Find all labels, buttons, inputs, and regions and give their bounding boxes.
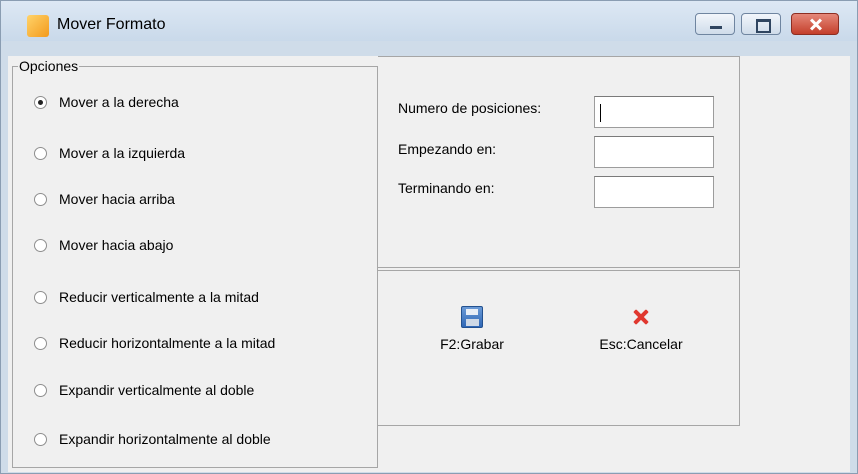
- radio-button[interactable]: [34, 432, 47, 446]
- terminando-input[interactable]: [594, 176, 714, 208]
- radio-expandir-horizontal[interactable]: Expandir horizontalmente al doble: [34, 429, 271, 449]
- radio-label: Expandir verticalmente al doble: [59, 382, 255, 398]
- radio-label: Reducir horizontalmente a la mitad: [59, 335, 276, 351]
- title-bar[interactable]: Mover Formato: [1, 1, 857, 41]
- radio-reducir-horizontal[interactable]: Reducir horizontalmente a la mitad: [34, 333, 275, 353]
- app-icon: [27, 15, 49, 37]
- radio-button[interactable]: [34, 290, 47, 304]
- maximize-button[interactable]: [741, 13, 781, 35]
- radio-button[interactable]: [34, 383, 47, 397]
- text-caret: [600, 104, 601, 122]
- radio-reducir-vertical[interactable]: Reducir verticalmente a la mitad: [34, 287, 259, 307]
- radio-mover-izquierda[interactable]: Mover a la izquierda: [34, 143, 185, 163]
- radio-label: Mover hacia arriba: [59, 191, 175, 207]
- grabar-label: F2:Grabar: [440, 336, 504, 352]
- radio-label: Mover a la derecha: [59, 94, 179, 110]
- save-icon: [461, 306, 483, 328]
- opciones-legend: Opciones: [18, 58, 80, 74]
- radio-expandir-vertical[interactable]: Expandir verticalmente al doble: [34, 380, 254, 400]
- empezando-label: Empezando en:: [398, 141, 497, 157]
- cancelar-label: Esc:Cancelar: [599, 336, 683, 352]
- radio-mover-abajo[interactable]: Mover hacia abajo: [34, 235, 173, 255]
- numero-posiciones-label: Numero de posiciones:: [398, 100, 542, 116]
- radio-button[interactable]: [34, 192, 47, 206]
- grabar-button[interactable]: F2:Grabar: [424, 306, 520, 352]
- window-title: Mover Formato: [57, 16, 166, 33]
- radio-label: Mover hacia abajo: [59, 237, 174, 253]
- numero-posiciones-input[interactable]: [594, 96, 714, 128]
- opciones-groupbox: [12, 66, 378, 468]
- radio-button[interactable]: [34, 238, 47, 252]
- radio-label: Mover a la izquierda: [59, 145, 186, 161]
- cancelar-button[interactable]: Esc:Cancelar: [586, 306, 696, 352]
- minimize-button[interactable]: [695, 13, 735, 35]
- radio-label: Reducir verticalmente a la mitad: [59, 289, 259, 305]
- empezando-input[interactable]: [594, 136, 714, 168]
- cancel-icon: [630, 306, 652, 328]
- radio-mover-derecha[interactable]: Mover a la derecha: [34, 92, 179, 112]
- radio-button-checked[interactable]: [34, 95, 47, 109]
- radio-mover-arriba[interactable]: Mover hacia arriba: [34, 189, 175, 209]
- terminando-label: Terminando en:: [398, 180, 495, 196]
- radio-button[interactable]: [34, 336, 47, 350]
- close-button[interactable]: [791, 13, 839, 35]
- radio-button[interactable]: [34, 146, 47, 160]
- radio-label: Expandir horizontalmente al doble: [59, 431, 271, 447]
